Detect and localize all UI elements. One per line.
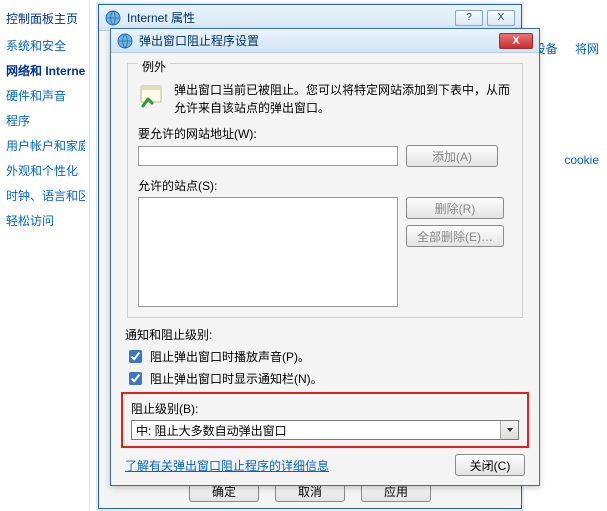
- block-level-select[interactable]: [131, 420, 519, 440]
- child-body: 例外 弹出窗口当前已被阻止。您可以将特定网站添加到下表中，从而允许来自该站点的弹…: [111, 53, 539, 484]
- parent-close-button[interactable]: X: [487, 10, 515, 26]
- url-label: 要允许的网站地址(W):: [138, 125, 512, 142]
- level-label: 阻止级别(B):: [131, 400, 519, 417]
- child-titlebar: 弹出窗口阻止程序设置 X: [111, 29, 539, 53]
- child-title: 弹出窗口阻止程序设置: [139, 32, 499, 49]
- parent-title: Internet 属性: [127, 9, 455, 26]
- info-icon: [138, 81, 166, 109]
- remove-button[interactable]: 删除(R): [406, 197, 504, 219]
- bg-link-net[interactable]: 将网: [575, 42, 599, 56]
- sidebar-title: 控制面板主页: [6, 10, 85, 27]
- notify-checkbox-label: 阻止弹出窗口时显示通知栏(N)。: [150, 370, 323, 387]
- notify-checkbox-row[interactable]: 阻止弹出窗口时显示通知栏(N)。: [125, 369, 525, 388]
- sidebar-item-appearance[interactable]: 外观和个性化: [6, 162, 85, 179]
- sound-checkbox[interactable]: [129, 350, 142, 363]
- highlight-box: 阻止级别(B):: [121, 392, 529, 448]
- notif-section-label: 通知和阻止级别:: [125, 326, 525, 343]
- allowed-sites-listbox[interactable]: [138, 197, 398, 307]
- internet-icon: [105, 10, 121, 26]
- sidebar-item-hardware[interactable]: 硬件和声音: [6, 87, 85, 104]
- remove-all-button[interactable]: 全部删除(E)…: [406, 225, 504, 247]
- control-panel-sidebar: 控制面板主页 系统和安全 网络和 Internet 硬件和声音 程序 用户帐户和…: [0, 0, 90, 511]
- popup-settings-icon: [117, 33, 133, 49]
- sidebar-item-network[interactable]: 网络和 Internet: [6, 62, 85, 79]
- sound-checkbox-row[interactable]: 阻止弹出窗口时播放声音(P)。: [125, 347, 525, 366]
- sidebar-item-programs[interactable]: 程序: [6, 112, 85, 129]
- info-text: 弹出窗口当前已被阻止。您可以将特定网站添加到下表中，从而允许来自该站点的弹出窗口…: [174, 81, 512, 117]
- bg-link-cookie[interactable]: cookie: [564, 153, 599, 167]
- exceptions-group: 例外 弹出窗口当前已被阻止。您可以将特定网站添加到下表中，从而允许来自该站点的弹…: [127, 63, 523, 318]
- sidebar-item-clock[interactable]: 时钟、语言和区域: [6, 187, 85, 204]
- child-close-button[interactable]: X: [499, 33, 533, 49]
- sidebar-item-ease[interactable]: 轻松访问: [6, 212, 85, 229]
- dialog-close-button[interactable]: 关闭(C): [455, 454, 525, 476]
- notify-checkbox[interactable]: [129, 372, 142, 385]
- sound-checkbox-label: 阻止弹出窗口时播放声音(P)。: [150, 348, 310, 365]
- allowed-label: 允许的站点(S):: [138, 177, 512, 194]
- learn-more-link[interactable]: 了解有关弹出窗口阻止程序的详细信息: [125, 457, 329, 474]
- level-select-wrap[interactable]: [131, 420, 519, 440]
- add-button[interactable]: 添加(A): [406, 145, 498, 167]
- sidebar-item-users[interactable]: 用户帐户和家庭安: [6, 137, 85, 154]
- sidebar-item-system[interactable]: 系统和安全: [6, 37, 85, 54]
- exceptions-label: 例外: [138, 58, 170, 75]
- parent-help-button[interactable]: ?: [455, 10, 483, 26]
- popup-blocker-dialog: 弹出窗口阻止程序设置 X 例外 弹出窗口当前已被阻止。您可以将特定网站添加到下表…: [110, 28, 540, 486]
- url-input[interactable]: [138, 146, 398, 166]
